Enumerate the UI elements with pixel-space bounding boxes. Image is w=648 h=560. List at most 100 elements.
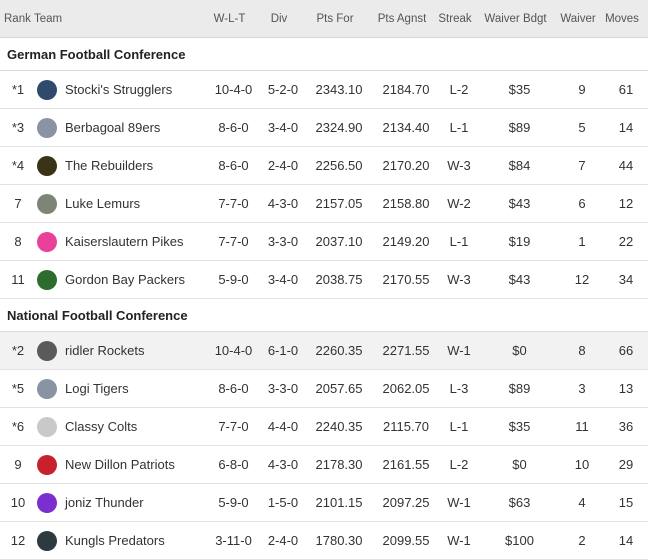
moves-cell: 15 xyxy=(618,495,634,510)
header-div[interactable]: Div xyxy=(257,0,301,37)
streak-cell: W-1 xyxy=(447,343,471,358)
team-cell[interactable]: New Dillon Patriots xyxy=(36,446,206,483)
streak-cell: W-2 xyxy=(447,196,471,211)
rank-cell: *5 xyxy=(11,381,25,396)
div-cell: 3-3-0 xyxy=(267,381,299,396)
wlt-cell: 7-7-0 xyxy=(218,196,249,211)
rank-cell: 12 xyxy=(10,533,26,548)
pts-agnst-cell: 2099.55 xyxy=(382,533,430,548)
rank-cell: *1 xyxy=(11,82,25,97)
waiver-cell: 7 xyxy=(578,158,586,173)
team-row[interactable]: *5 Logi Tigers 8-6-0 3-3-0 2057.65 2062.05 L-3… xyxy=(0,370,648,408)
header-pts-agnst[interactable]: Pts Agnst xyxy=(369,0,435,37)
moves-cell: 66 xyxy=(618,343,634,358)
header-wlt[interactable]: W-L-T xyxy=(202,0,257,37)
team-row[interactable]: 9 New Dillon Patriots 6-8-0 4-3-0 2178.30 216… xyxy=(0,446,648,484)
team-row[interactable]: 10 joniz Thunder 5-9-0 1-5-0 2101.15 2097.25 W… xyxy=(0,484,648,522)
moves-cell: 36 xyxy=(618,419,634,434)
header-moves[interactable]: Moves xyxy=(600,0,644,37)
header-waiver[interactable]: Waiver xyxy=(556,0,600,37)
team-name-link[interactable]: Classy Colts xyxy=(65,419,137,434)
header-rank[interactable]: Rank xyxy=(0,0,32,37)
div-cell: 4-3-0 xyxy=(267,196,299,211)
team-row[interactable]: 12 Kungls Predators 3-11-0 2-4-0 1780.30 2099… xyxy=(0,522,648,560)
div-cell: 3-4-0 xyxy=(267,272,299,287)
helmet-icon[interactable] xyxy=(37,117,57,138)
team-row[interactable]: *6 Classy Colts 7-7-0 4-4-0 2240.35 2115.70 L-… xyxy=(0,408,648,446)
rank-cell: 10 xyxy=(10,495,26,510)
wlt-cell: 3-11-0 xyxy=(215,533,252,548)
pts-agnst-cell: 2170.55 xyxy=(382,272,430,287)
team-name-link[interactable]: ridler Rockets xyxy=(65,343,144,358)
predator-icon[interactable] xyxy=(37,530,57,551)
header-team[interactable]: Team xyxy=(32,0,202,37)
waiver-bdgt-cell: $63 xyxy=(508,495,531,510)
team-name-link[interactable]: Berbagoal 89ers xyxy=(65,120,160,135)
streak-cell: W-1 xyxy=(447,495,471,510)
moves-cell: 14 xyxy=(618,533,634,548)
wlt-cell: 8-6-0 xyxy=(218,381,249,396)
lemur-icon[interactable] xyxy=(37,193,57,214)
team-name-link[interactable]: The Rebuilders xyxy=(65,158,153,173)
moves-cell: 22 xyxy=(618,234,634,249)
waiver-cell: 5 xyxy=(578,120,586,135)
team-row[interactable]: *2 ridler Rockets 10-4-0 6-1-0 2260.35 2271.5… xyxy=(0,332,648,370)
pts-for-cell: 2037.10 xyxy=(315,234,363,249)
streak-cell: W-3 xyxy=(447,272,471,287)
moves-cell: 44 xyxy=(618,158,634,173)
patriot-icon[interactable] xyxy=(37,454,57,475)
thunder-icon[interactable] xyxy=(37,492,57,513)
team-row[interactable]: *3 Berbagoal 89ers 8-6-0 3-4-0 2324.90 2134.4… xyxy=(0,109,648,147)
rocket-badge-icon[interactable] xyxy=(37,340,57,361)
team-cell[interactable]: joniz Thunder xyxy=(36,484,206,521)
wlt-cell: 8-6-0 xyxy=(218,120,249,135)
team-row[interactable]: *4 The Rebuilders 8-6-0 2-4-0 2256.50 2170.20… xyxy=(0,147,648,185)
waiver-cell: 9 xyxy=(578,82,586,97)
team-name-link[interactable]: Kungls Predators xyxy=(65,533,165,548)
g-logo-icon[interactable] xyxy=(37,269,57,290)
team-cell[interactable]: The Rebuilders xyxy=(36,147,206,184)
team-cell[interactable]: Gordon Bay Packers xyxy=(36,261,206,298)
team-name-link[interactable]: Luke Lemurs xyxy=(65,196,140,211)
team-cell[interactable]: Logi Tigers xyxy=(36,370,206,407)
team-cell[interactable]: Berbagoal 89ers xyxy=(36,109,206,146)
helmet-icon[interactable] xyxy=(37,378,57,399)
team-name-link[interactable]: Logi Tigers xyxy=(65,381,129,396)
team-name-link[interactable]: Kaiserslautern Pikes xyxy=(65,234,184,249)
waiver-cell: 8 xyxy=(578,343,586,358)
team-cell[interactable]: Stocki's Strugglers xyxy=(36,71,206,108)
team-cell[interactable]: ridler Rockets xyxy=(36,332,206,369)
div-cell: 3-3-0 xyxy=(267,234,299,249)
header-streak[interactable]: Streak xyxy=(435,0,475,37)
wlt-cell: 7-7-0 xyxy=(218,419,249,434)
astronaut-icon[interactable] xyxy=(37,416,57,437)
team-row[interactable]: 11 Gordon Bay Packers 5-9-0 3-4-0 2038.75 217… xyxy=(0,261,648,299)
shield-star-icon[interactable] xyxy=(37,79,57,100)
team-name-link[interactable]: Stocki's Strugglers xyxy=(65,82,172,97)
team-name-link[interactable]: joniz Thunder xyxy=(65,495,144,510)
team-cell[interactable]: Luke Lemurs xyxy=(36,185,206,222)
team-row[interactable]: 8 Kaiserslautern Pikes 7-7-0 3-3-0 2037.10 21… xyxy=(0,223,648,261)
waiver-bdgt-cell: $89 xyxy=(508,381,531,396)
crest-icon[interactable] xyxy=(37,155,57,176)
helmet-icon[interactable] xyxy=(37,231,57,252)
waiver-bdgt-cell: $0 xyxy=(512,343,527,358)
moves-cell: 14 xyxy=(618,120,634,135)
pts-for-cell: 2057.65 xyxy=(315,381,363,396)
header-waiver-bdgt[interactable]: Waiver Bdgt xyxy=(475,0,556,37)
team-row[interactable]: 7 Luke Lemurs 7-7-0 4-3-0 2157.05 2158.80 W-2 $… xyxy=(0,185,648,223)
team-cell[interactable]: Classy Colts xyxy=(36,408,206,445)
streak-cell: W-3 xyxy=(447,158,471,173)
pts-agnst-cell: 2161.55 xyxy=(382,457,430,472)
rank-cell: 9 xyxy=(14,457,22,472)
div-cell: 2-4-0 xyxy=(267,533,299,548)
pts-for-cell: 2260.35 xyxy=(315,343,363,358)
team-cell[interactable]: Kaiserslautern Pikes xyxy=(36,223,206,260)
waiver-bdgt-cell: $84 xyxy=(508,158,531,173)
team-row[interactable]: *1 Stocki's Strugglers 10-4-0 5-2-0 2343.10 2… xyxy=(0,71,648,109)
team-name-link[interactable]: New Dillon Patriots xyxy=(65,457,175,472)
team-name-link[interactable]: Gordon Bay Packers xyxy=(65,272,185,287)
team-cell[interactable]: Kungls Predators xyxy=(36,522,206,559)
header-pts-for[interactable]: Pts For xyxy=(301,0,369,37)
streak-cell: L-1 xyxy=(449,120,469,135)
